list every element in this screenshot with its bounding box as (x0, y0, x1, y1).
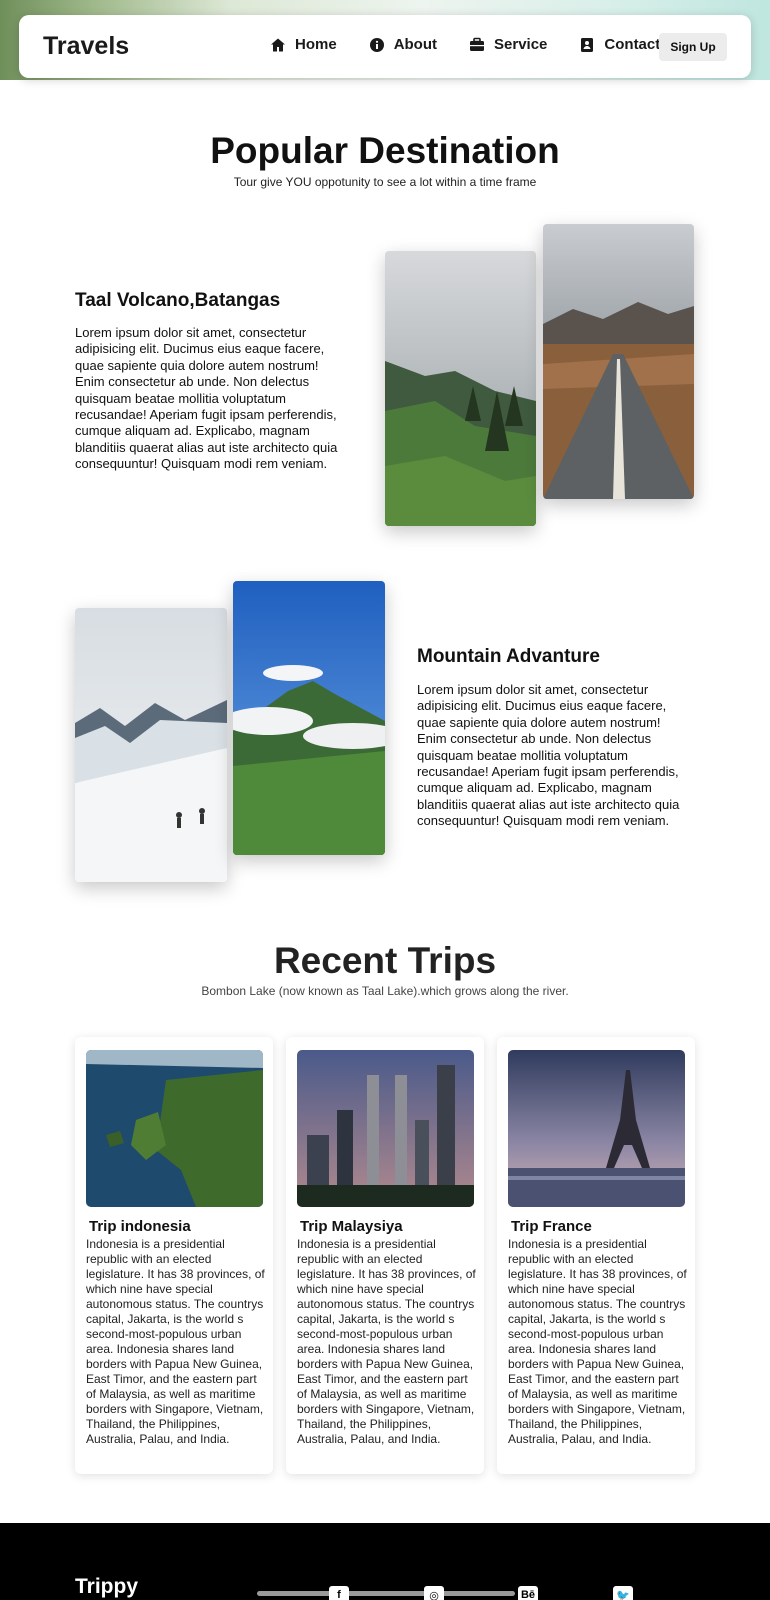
popular-title: Popular Destination (210, 130, 560, 171)
trip-card-france[interactable]: Trip France Indonesia is a presidential … (497, 1037, 695, 1474)
home-icon (271, 38, 285, 51)
footer-divider (257, 1591, 515, 1596)
recent-subtitle: Bombon Lake (now known as Taal Lake).whi… (201, 984, 569, 998)
destination-text: Lorem ipsum dolor sit amet, consectetur … (75, 325, 338, 472)
nav-about-label: About (393, 36, 438, 53)
nav-contact[interactable]: Contact (579, 36, 660, 53)
signup-button[interactable]: Sign Up (659, 33, 727, 61)
footer: Trippy f ◎ Bē 🐦 (0, 1523, 770, 1600)
facebook-icon[interactable]: f (329, 1586, 349, 1600)
brand-logo[interactable]: Travels (43, 32, 129, 61)
popular-subtitle: Tour give YOU oppotunity to see a lot wi… (233, 175, 537, 189)
twitter-icon[interactable]: 🐦 (613, 1586, 633, 1600)
nav-home-label: Home (295, 36, 337, 53)
nav-about[interactable]: About (369, 36, 437, 53)
behance-icon[interactable]: Bē (518, 1586, 538, 1600)
trip-text: Indonesia is a presidential republic wit… (297, 1237, 476, 1446)
mountain-road-photo (543, 224, 694, 499)
trip-card-malaysia[interactable]: Trip Malaysiya Indonesia is a presidenti… (286, 1037, 484, 1474)
nav-service[interactable]: Service (469, 36, 547, 53)
trip-title: Trip indonesia (89, 1218, 191, 1235)
destination-text: Lorem ipsum dolor sit amet, consectetur … (417, 682, 680, 829)
trip-text: Indonesia is a presidential republic wit… (508, 1237, 687, 1446)
footer-brand: Trippy (75, 1575, 139, 1598)
indonesia-photo (86, 1050, 263, 1207)
nav-home[interactable]: Home (270, 36, 337, 53)
green-volcano-photo (233, 581, 385, 855)
snow-hikers-photo (75, 608, 227, 882)
briefcase-icon (470, 37, 485, 51)
destination-title: Taal Volcano,Batangas (75, 290, 281, 311)
instagram-icon[interactable]: ◎ (424, 1586, 444, 1600)
trip-text: Indonesia is a presidential republic wit… (86, 1237, 265, 1446)
navbar: Travels Home About Service Contact Sign … (19, 15, 751, 78)
nav-service-label: Service (494, 36, 548, 53)
trip-card-indonesia[interactable]: Trip indonesia Indonesia is a presidenti… (75, 1037, 273, 1474)
malaysia-photo (297, 1050, 474, 1207)
nav-contact-label: Contact (604, 36, 661, 53)
nav-links: Home About Service Contact (270, 36, 692, 53)
recent-title: Recent Trips (273, 940, 497, 981)
trip-title: Trip France (511, 1218, 592, 1235)
info-icon (369, 37, 384, 52)
france-photo (508, 1050, 685, 1207)
destination-title: Mountain Advanture (417, 646, 600, 667)
contact-card-icon (581, 37, 594, 52)
misty-forest-photo (385, 251, 536, 526)
trip-title: Trip Malaysiya (300, 1218, 403, 1235)
